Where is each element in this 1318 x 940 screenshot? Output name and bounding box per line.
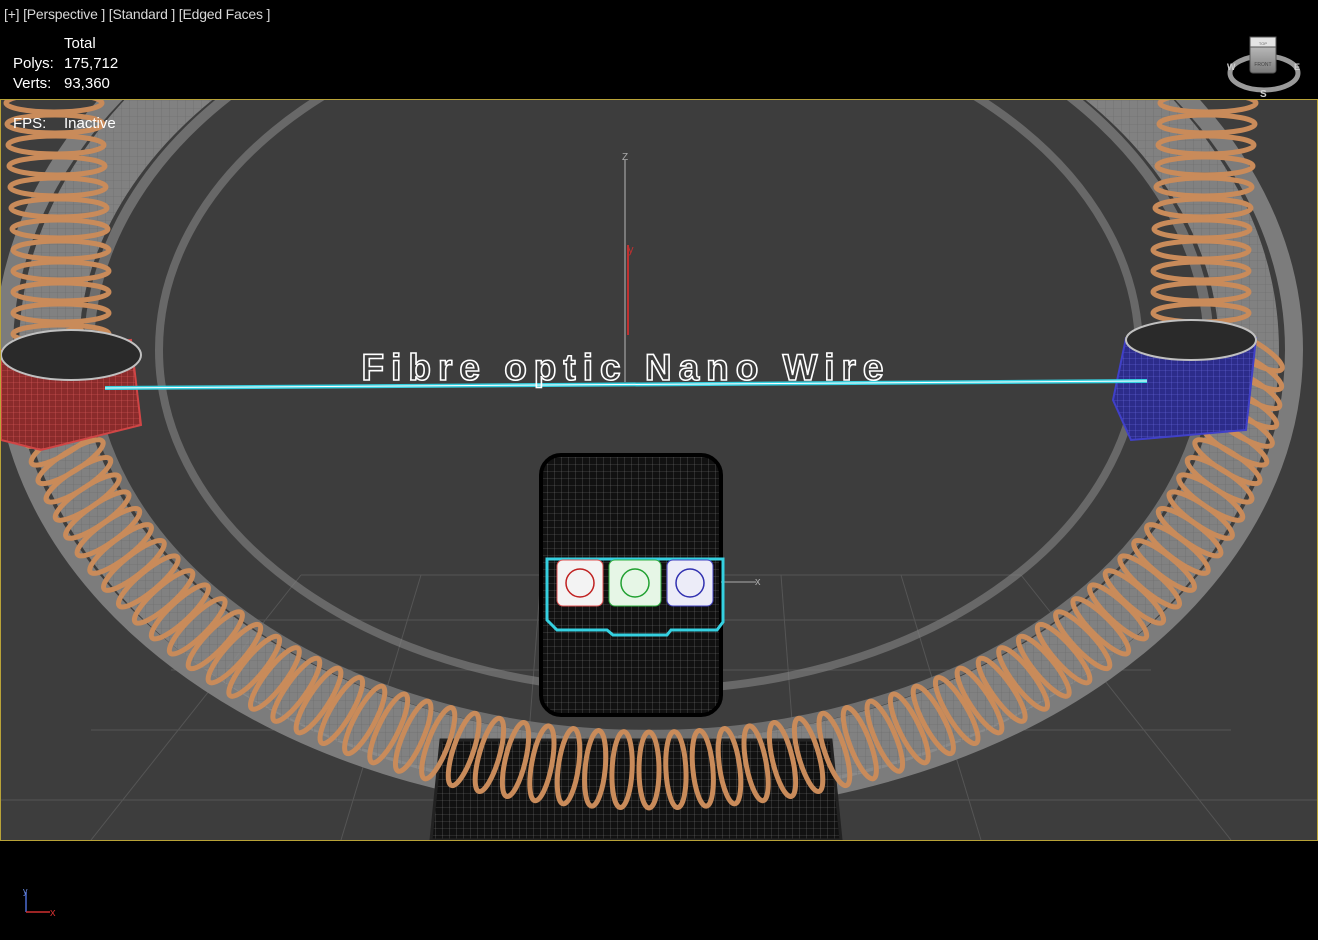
gizmo-z-label: Z: [622, 152, 628, 163]
stats-header: Total: [64, 35, 96, 52]
polys-label: Polys:: [13, 55, 54, 72]
viewport-label: [+] [Perspective ] [Standard ] [Edged Fa…: [4, 6, 270, 22]
perspective-viewport[interactable]: Fibre optic Nano Wire Z y x: [0, 99, 1318, 841]
viewport-shading-menu[interactable]: [Standard ]: [109, 6, 175, 22]
gizmo-x-label: x: [755, 576, 761, 588]
viewport-view-menu[interactable]: [Perspective ]: [23, 6, 105, 22]
fps-label: FPS:: [13, 115, 47, 132]
tripod-x-label: x: [50, 907, 56, 919]
verts-value: 93,360: [64, 75, 110, 92]
scene-text-object[interactable]: Fibre optic Nano Wire: [361, 346, 890, 389]
statistics-panel: Total Polys: 175,712 Verts: 93,360: [13, 34, 118, 94]
viewport-menu-plus[interactable]: [+]: [4, 6, 20, 22]
control-blue[interactable]: [666, 559, 714, 607]
verts-label: Verts:: [13, 75, 52, 92]
coil-loop: [3, 100, 105, 115]
polys-value: 175,712: [64, 55, 119, 72]
compass-west-label[interactable]: W: [1227, 62, 1236, 72]
axis-tripod-icon: y x: [23, 886, 56, 919]
fps-value: Inactive: [64, 115, 116, 132]
fps-readout: FPS: Inactive: [13, 115, 116, 132]
tripod-y-label: y: [23, 886, 28, 896]
control-green[interactable]: [608, 559, 662, 607]
viewcube[interactable]: TOP FRONT W E S: [1224, 33, 1304, 99]
gizmo-y-label: y: [628, 244, 634, 256]
compass-south-label[interactable]: S: [1260, 89, 1267, 99]
compass-east-label[interactable]: E: [1294, 62, 1300, 72]
viewport-display-menu[interactable]: [Edged Faces ]: [179, 6, 271, 22]
control-red[interactable]: [556, 559, 604, 607]
viewcube-front-label: FRONT: [1254, 62, 1271, 68]
viewcube-top-label: TOP: [1259, 41, 1267, 46]
red-cap[interactable]: [1, 329, 143, 452]
scene-render[interactable]: Fibre optic Nano Wire Z y x: [1, 100, 1317, 840]
